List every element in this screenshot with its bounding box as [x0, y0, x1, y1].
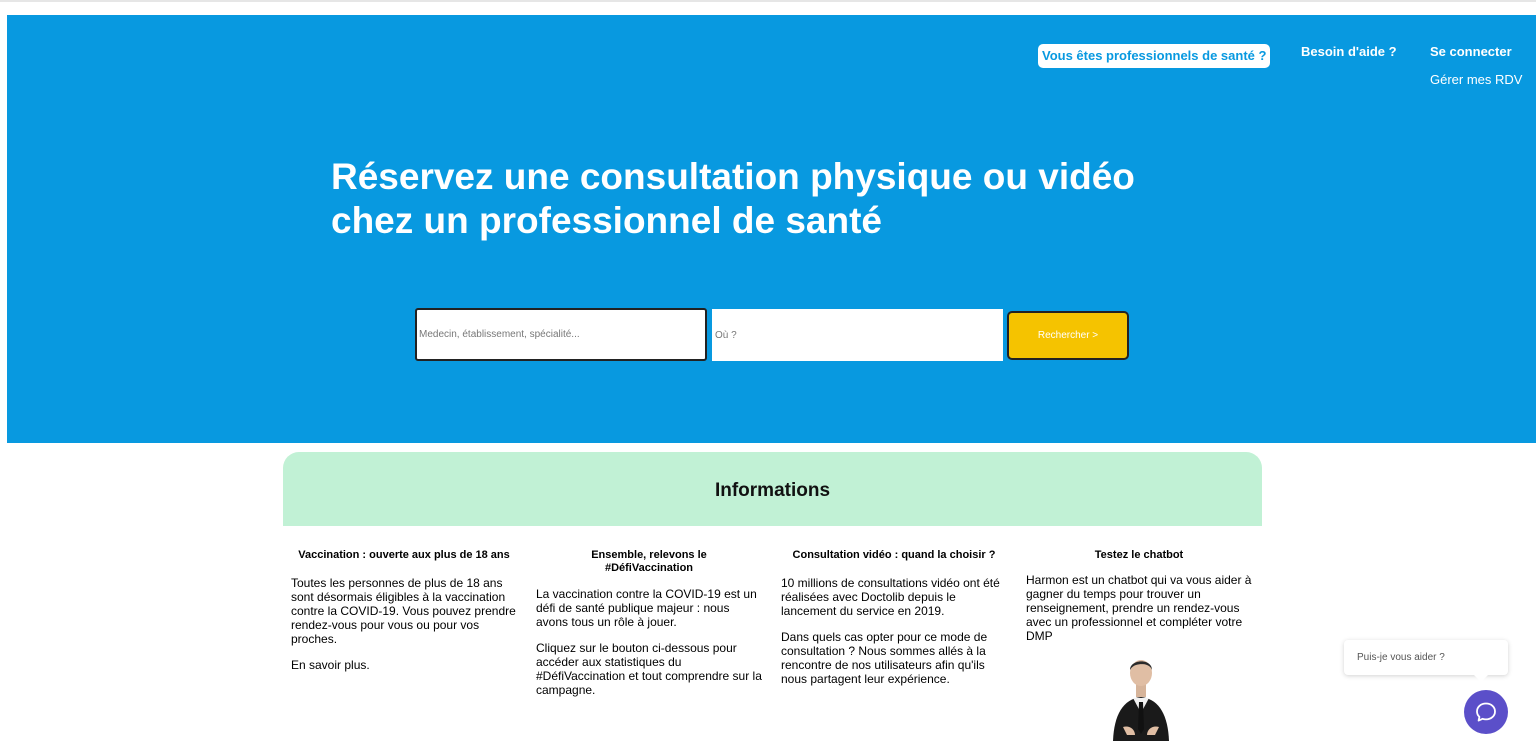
chatbot-avatar-illustration	[1113, 660, 1169, 741]
info-card-vaccination: Vaccination : ouverte aux plus de 18 ans…	[291, 549, 517, 672]
manage-appointments-link[interactable]: Gérer mes RDV	[1430, 72, 1522, 88]
search-where-input[interactable]	[712, 309, 1003, 361]
info-card-title: Testez le chatbot	[1094, 549, 1184, 561]
help-link[interactable]: Besoin d'aide ?	[1301, 44, 1397, 60]
info-card-paragraph: La vaccination contre la COVID-19 est un…	[536, 587, 757, 629]
learn-more-link[interactable]: En savoir plus.	[291, 658, 517, 672]
info-card-paragraph: Cliquez sur le bouton ci-dessous pour ac…	[536, 641, 762, 697]
info-card-title: Vaccination : ouverte aux plus de 18 ans	[298, 549, 510, 561]
info-card-defi-vaccination: Ensemble, relevons le #DéfiVaccination L…	[536, 549, 762, 697]
search-button[interactable]: Rechercher >	[1007, 311, 1129, 360]
info-card-video-consultation: Consultation vidéo : quand la choisir ? …	[781, 549, 1007, 686]
health-professional-link[interactable]: Vous êtes professionnels de santé ?	[1038, 44, 1271, 68]
info-card-chatbot: Testez le chatbot Harmon est un chatbot …	[1026, 549, 1252, 643]
info-card-paragraph: 10 millions de consultations vidéo ont é…	[781, 576, 1000, 618]
info-card-title: Consultation vidéo : quand la choisir ?	[792, 549, 996, 561]
info-card-body: 10 millions de consultations vidéo ont é…	[781, 576, 1007, 686]
hero-banner: Vous êtes professionnels de santé ? Beso…	[7, 15, 1536, 443]
info-card-paragraph: Toutes les personnes de plus de 18 ans s…	[291, 576, 516, 646]
chat-prompt-bubble[interactable]: Puis-je vous aider ?	[1344, 640, 1508, 682]
hero-title-line1: Réservez une consultation physique ou vi…	[331, 156, 1135, 197]
info-card-body: Harmon est un chatbot qui va vous aider …	[1026, 573, 1252, 643]
info-card-title: Ensemble, relevons le #DéfiVaccination	[591, 549, 707, 574]
chat-launcher-button[interactable]	[1464, 690, 1508, 734]
info-section-header: Informations	[283, 452, 1262, 526]
top-divider	[0, 0, 1536, 2]
info-title: Informations	[714, 480, 831, 501]
info-card-paragraph: Harmon est un chatbot qui va vous aider …	[1026, 573, 1252, 643]
hero-title-line2: chez un professionnel de santé	[331, 200, 883, 241]
login-link[interactable]: Se connecter	[1430, 44, 1512, 60]
info-card-body: La vaccination contre la COVID-19 est un…	[536, 587, 762, 697]
info-card-paragraph: Dans quels cas opter pour ce mode de con…	[781, 630, 988, 686]
hero-title: Réservez une consultation physique ou vi…	[331, 155, 1251, 243]
chat-bubble-icon	[1476, 702, 1496, 722]
search-what-input[interactable]	[415, 308, 707, 361]
info-card-body: Toutes les personnes de plus de 18 ans s…	[291, 576, 517, 672]
